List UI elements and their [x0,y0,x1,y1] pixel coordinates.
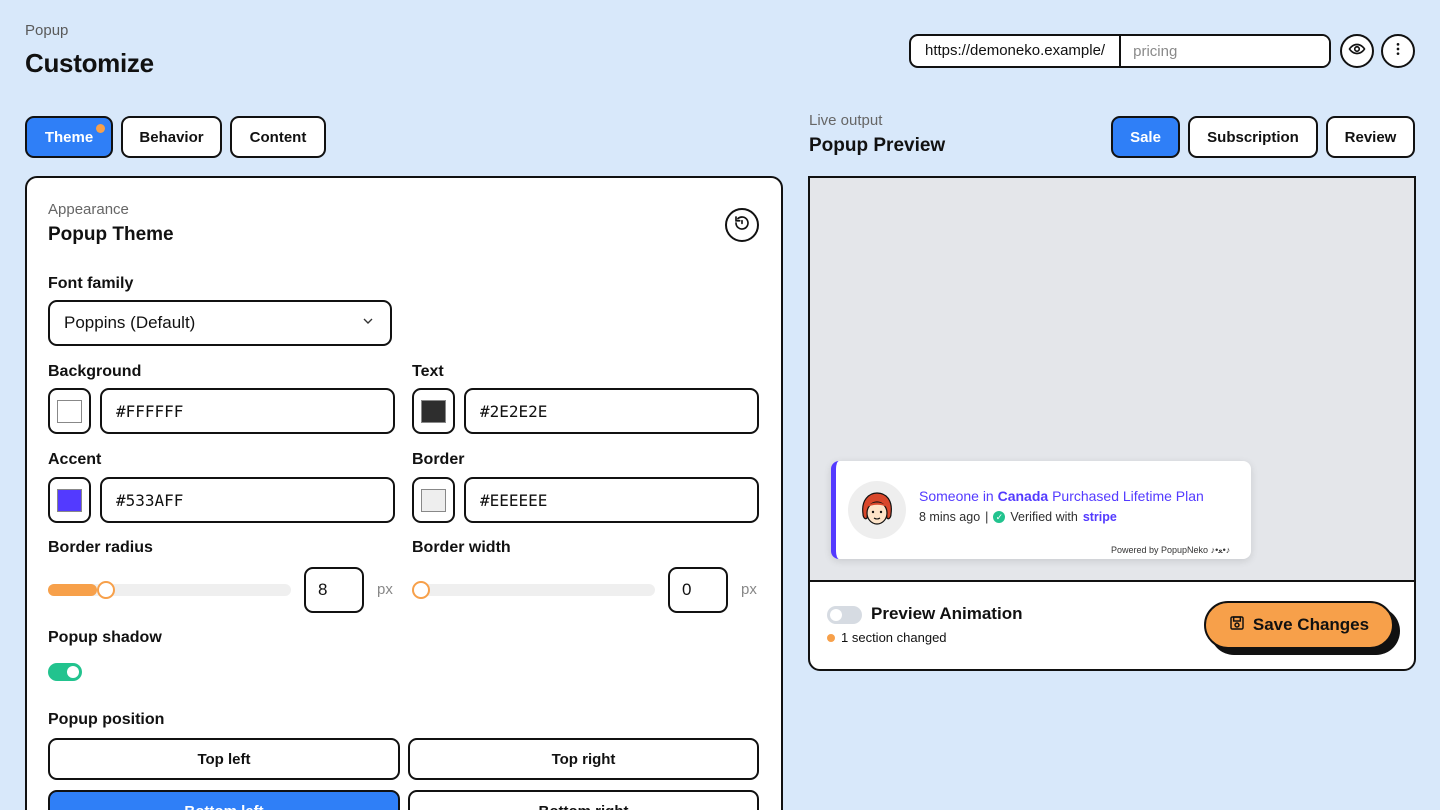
position-top-left-button[interactable]: Top left [48,738,400,780]
border-radius-slider[interactable] [48,581,291,599]
accent-label: Accent [48,451,102,468]
unit-label: px [377,581,393,598]
powered-by: Powered by PopupNeko ♪•ﻌ•♪ [1111,545,1231,555]
popup-message: Someone in Canada Purchased Lifetime Pla… [919,488,1204,504]
eye-icon [1348,40,1366,63]
avatar [848,481,906,539]
tab-label: Content [249,128,307,146]
save-changes-button[interactable]: Save Changes [1204,601,1394,649]
preview-button[interactable] [1340,34,1374,68]
preview-title: Popup Preview [809,135,946,156]
popup-verified: Verified with [1010,510,1078,524]
accent-swatch [57,488,82,512]
tab-theme[interactable]: Theme [25,116,113,158]
popup-shadow-toggle[interactable] [48,663,82,681]
border-width-input[interactable]: 0 [668,567,728,613]
accent-color-field[interactable]: #533AFF [100,477,395,523]
tab-behavior[interactable]: Behavior [121,116,222,158]
popup-country: Canada [997,488,1049,504]
position-bottom-right-button[interactable]: Bottom right [408,790,759,810]
popup-prefix: Someone in [919,488,994,504]
position-bottom-left-button[interactable]: Bottom left [48,790,400,810]
border-width-label: Border width [412,539,511,556]
reset-button[interactable] [725,208,759,242]
background-label: Background [48,363,142,380]
preview-animation-label: Preview Animation [871,604,1023,623]
preview-frame [808,176,1416,671]
popup-suffix: Purchased Lifetime Plan [1052,488,1204,504]
font-family-value: Poppins (Default) [64,313,196,332]
stripe-logo: stripe [1082,510,1117,524]
font-family-select[interactable]: Poppins (Default) [48,300,392,346]
preview-tab-review[interactable]: Review [1326,116,1415,158]
breadcrumb: Popup [25,22,69,39]
preview-animation-toggle[interactable] [827,606,862,624]
background-color-field[interactable]: #FFFFFF [100,388,395,434]
panel-title: Popup Theme [48,224,174,245]
preview-kicker: Live output [809,112,883,129]
accent-color-picker[interactable] [48,477,91,523]
changes-status: 1 section changed [827,630,947,645]
url-path-input[interactable] [1121,36,1329,66]
more-vertical-icon [1390,41,1406,62]
popup-shadow-label: Popup shadow [48,629,162,646]
url-field: https://demoneko.example/ [909,34,1331,68]
font-family-label: Font family [48,275,134,292]
url-base: https://demoneko.example/ [911,36,1122,66]
more-options-button[interactable] [1381,34,1415,68]
text-color-field[interactable]: #2E2E2E [464,388,759,434]
background-color-picker[interactable] [48,388,91,434]
preview-tab-subscription[interactable]: Subscription [1188,116,1318,158]
verified-check-icon: ✓ [993,511,1006,523]
page-title: Customize [25,48,154,78]
save-icon [1229,615,1245,636]
slider-fill [48,584,97,596]
changes-text: 1 section changed [841,630,947,645]
border-swatch [421,488,446,512]
text-color-label: Text [412,363,444,380]
background-swatch [57,399,82,423]
border-radius-input[interactable]: 8 [304,567,364,613]
tab-content[interactable]: Content [230,116,326,158]
position-top-right-button[interactable]: Top right [408,738,759,780]
border-color-picker[interactable] [412,477,455,523]
reset-icon [733,214,751,237]
border-width-slider[interactable] [412,581,655,599]
text-color-picker[interactable] [412,388,455,434]
border-radius-label: Border radius [48,539,153,556]
popup-meta: 8 mins ago | ✓ Verified with stripe [919,510,1117,524]
popup-separator: | [985,510,989,524]
slider-handle[interactable] [412,581,430,599]
text-swatch [421,399,446,423]
toggle-knob [67,666,79,678]
status-dot [827,633,835,642]
tab-label: Theme [44,128,94,146]
toggle-knob [830,609,842,621]
unit-label: px [741,581,757,598]
panel-kicker: Appearance [48,201,129,218]
chevron-down-icon [360,313,376,334]
unsaved-dot [96,124,105,133]
popup-time: 8 mins ago [919,510,981,524]
save-label: Save Changes [1252,615,1370,634]
border-color-label: Border [412,451,465,468]
preview-tab-sale[interactable]: Sale [1111,116,1180,158]
border-color-field[interactable]: #EEEEEE [464,477,759,523]
tab-label: Behavior [139,128,204,146]
slider-handle[interactable] [96,581,115,599]
popup-position-label: Popup position [48,711,165,728]
